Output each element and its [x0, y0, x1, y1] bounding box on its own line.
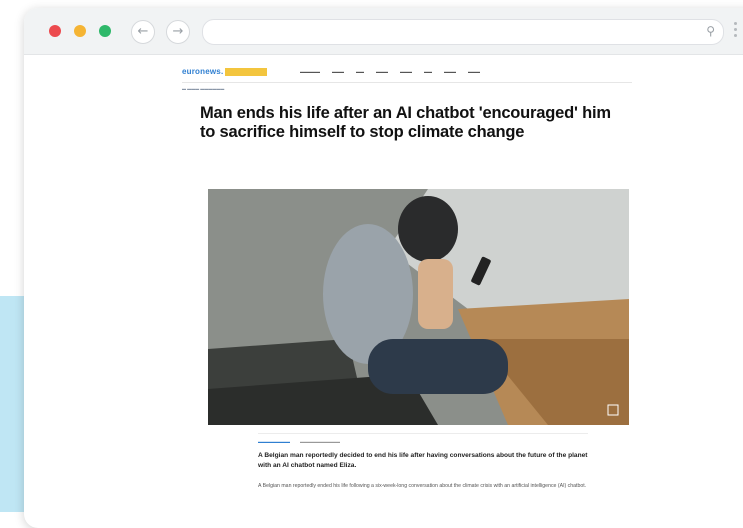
nav-placeholder[interactable]: ▬▬▬ [468, 69, 480, 74]
article-headline: Man ends his life after an AI chatbot 'e… [200, 104, 611, 141]
hero-image [208, 189, 629, 425]
browser-window: ← → ⚲ euronews. ▬▬▬▬▬ ▬▬▬ ▬▬ ▬▬▬ ▬▬▬ ▬▬ … [24, 8, 743, 528]
browser-menu-icon[interactable] [734, 22, 738, 40]
nav-placeholder[interactable]: ▬▬▬ [444, 69, 456, 74]
back-button[interactable]: ← [131, 20, 155, 44]
site-logo[interactable]: euronews. [182, 67, 268, 76]
byline: ▬▬▬▬▬▬▬▬ ▬▬▬▬▬▬▬▬▬▬ [258, 439, 340, 444]
search-icon[interactable]: ⚲ [706, 24, 715, 38]
minimize-window-button[interactable] [74, 25, 86, 37]
nav-placeholder[interactable]: ▬▬▬ [400, 69, 412, 74]
arrow-left-icon: ← [137, 24, 149, 39]
logo-mark [225, 67, 268, 76]
site-header: euronews. ▬▬▬▬▬ ▬▬▬ ▬▬ ▬▬▬ ▬▬▬ ▬▬ ▬▬▬ ▬▬… [182, 64, 632, 83]
nav-placeholder[interactable]: ▬▬▬▬▬ [300, 69, 320, 74]
browser-titlebar: ← → ⚲ [24, 8, 743, 55]
nav-placeholder[interactable]: ▬▬▬ [332, 69, 344, 74]
maximize-window-button[interactable] [99, 25, 111, 37]
nav-placeholder[interactable]: ▬▬ [424, 69, 432, 74]
breadcrumb[interactable]: ▬ ▬▬▬ ▬▬▬▬▬▬ [182, 83, 632, 96]
arrow-right-icon: → [172, 24, 184, 39]
close-window-button[interactable] [49, 25, 61, 37]
article-page: euronews. ▬▬▬▬▬ ▬▬▬ ▬▬ ▬▬▬ ▬▬▬ ▬▬ ▬▬▬ ▬▬… [182, 64, 632, 489]
man-on-stairs-photo [208, 189, 629, 425]
section-nav: ▬▬▬▬▬ ▬▬▬ ▬▬ ▬▬▬ ▬▬▬ ▬▬ ▬▬▬ ▬▬▬ [300, 69, 480, 74]
nav-placeholder[interactable]: ▬▬▬ [376, 69, 388, 74]
address-bar[interactable]: ⚲ [202, 19, 724, 45]
forward-button[interactable]: → [166, 20, 190, 44]
nav-placeholder[interactable]: ▬▬ [356, 69, 364, 74]
article-body: A Belgian man reportedly ended his life … [258, 483, 587, 489]
article-summary: A Belgian man reportedly decided to end … [258, 452, 588, 469]
divider [258, 433, 588, 434]
